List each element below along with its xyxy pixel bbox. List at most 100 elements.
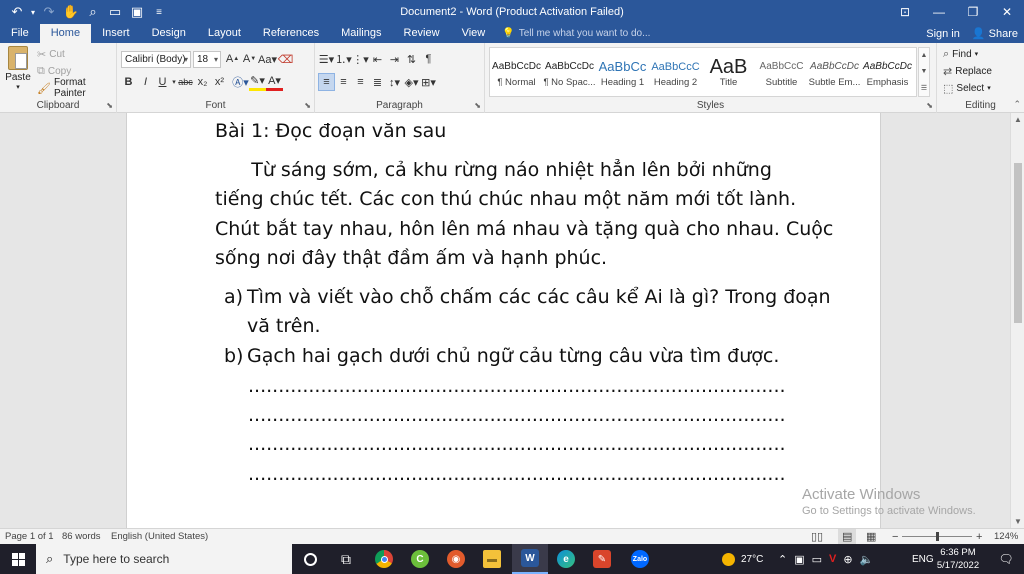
web-layout-icon[interactable]: ▦ [866,529,876,545]
taskbar-search-box[interactable]: ⌕ Type here to search [36,544,292,574]
paragraph-launcher-icon[interactable]: ⬊ [474,101,481,110]
network-folder-icon[interactable]: ▣ [794,553,804,566]
chrome-icon[interactable] [366,544,402,574]
zoom-in-icon[interactable]: + [976,529,982,545]
zoom-slider-thumb[interactable] [936,532,939,541]
close-button[interactable]: ✕ [990,0,1024,24]
word-count[interactable]: 86 words [62,529,101,545]
notifications-icon[interactable]: 🗨 [988,544,1024,574]
file-explorer-icon[interactable]: ▬ [474,544,510,574]
tab-file[interactable]: File [0,24,40,43]
paste-button[interactable]: Paste ▾ [5,46,31,96]
document-area[interactable]: Bài 1: Đọc đoạn văn sau Từ sáng sớm, cả … [0,113,1010,528]
change-case-icon[interactable]: Aa▾ [258,50,277,68]
shading-icon[interactable]: ◈▾ [403,73,420,91]
style-heading-2[interactable]: AaBbCcC Heading 2 [649,48,702,96]
align-right-icon[interactable]: ≡ [352,73,369,91]
font-name-combo[interactable]: Calibri (Body) ▾ [121,51,191,68]
multilevel-list-icon[interactable]: ⋮▾ [352,50,369,68]
document-page[interactable]: Bài 1: Đọc đoạn văn sau Từ sáng sớm, cả … [126,113,881,528]
style-emphasis[interactable]: AaBbCcDc Emphasis [861,48,914,96]
style-normal[interactable]: AaBbCcDc ¶ Normal [490,48,543,96]
style-subtle-emphasis[interactable]: AaBbCcDc Subtle Em... [808,48,861,96]
taskbar-clock[interactable]: 6:36 PM 5/17/2022 [932,546,984,572]
clear-formatting-icon[interactable]: ⌫ [277,50,294,68]
zalo-icon[interactable]: Zalo [622,544,658,574]
vertical-scrollbar[interactable]: ▲ ▼ [1010,113,1024,528]
underline-button[interactable]: U [154,73,171,91]
find-button[interactable]: ⌕ Find ▾ [943,46,978,62]
touch-mode-icon[interactable]: ✋ [60,1,82,23]
restore-button[interactable]: ❐ [956,0,990,24]
text-effects-icon[interactable]: Ⓐ▾ [232,73,249,91]
print-preview-icon[interactable]: ⌕ [82,1,104,23]
style-no-spacing[interactable]: AaBbCcDc ¶ No Spac... [543,48,596,96]
volume-icon[interactable]: 🔈 [860,553,874,566]
replace-button[interactable]: ⇄ Replace [943,63,992,79]
chevron-up-icon[interactable]: ⌃ [778,553,787,566]
sign-in-link[interactable]: Sign in [926,28,960,40]
paint-app-icon[interactable]: ✎ [584,544,620,574]
styles-launcher-icon[interactable]: ⬊ [926,101,933,110]
pilcrow-icon[interactable]: ¶ [420,50,437,68]
select-button[interactable]: ⬚ Select ▾ [943,80,991,96]
tab-view[interactable]: View [451,24,497,43]
numbering-icon[interactable]: ⒈▾ [335,50,352,68]
zoom-out-icon[interactable]: − [892,529,898,545]
network-icon[interactable]: ⊕ [843,553,852,566]
scroll-thumb[interactable] [1014,163,1022,323]
chevron-down-icon[interactable]: ▼ [921,68,928,75]
collapse-ribbon-icon[interactable]: ⌃ [1013,99,1021,110]
style-heading-1[interactable]: AaBbCc Heading 1 [596,48,649,96]
coccoc-icon[interactable]: C [402,544,438,574]
redo-icon[interactable]: ↷ [38,1,60,23]
undo-icon[interactable]: ↶ [6,1,28,23]
zoom-level[interactable]: 124% [994,529,1018,545]
align-center-icon[interactable]: ≡ [335,73,352,91]
share-button[interactable]: 👤 Share [972,27,1018,40]
bold-button[interactable]: B [120,73,137,91]
borders-icon[interactable]: ⊞▾ [420,73,437,91]
style-title[interactable]: AaB Title [702,48,755,96]
tell-me-box[interactable]: 💡 Tell me what you want to do... [496,24,650,43]
font-size-combo[interactable]: 18 ▾ [193,51,221,68]
increase-indent-icon[interactable]: ⇥ [386,50,403,68]
dropdown-icon[interactable]: ▾ [28,1,38,23]
tab-mailings[interactable]: Mailings [330,24,392,43]
strikethrough-button[interactable]: abc [177,73,194,91]
format-painter-button[interactable]: 🖌 Format Painter [37,77,116,99]
app-icon[interactable]: ◉ [438,544,474,574]
save-icon[interactable]: ▣ [126,1,148,23]
input-language[interactable]: ENG [912,544,934,574]
tab-insert[interactable]: Insert [91,24,141,43]
antivirus-icon[interactable]: V [829,553,836,565]
minimize-button[interactable]: — [922,0,956,24]
font-color-icon[interactable]: A▾ [266,73,283,91]
highlight-icon[interactable]: ✎▾ [249,73,266,91]
sort-icon[interactable]: ⇅ [403,50,420,68]
word-taskbar-icon[interactable]: W [512,544,548,574]
justify-icon[interactable]: ≣ [369,73,386,91]
tab-layout[interactable]: Layout [197,24,252,43]
style-subtitle[interactable]: AaBbCcC Subtitle [755,48,808,96]
chevron-up-icon[interactable]: ▲ [921,52,928,59]
cortana-icon[interactable] [292,544,328,574]
subscript-button[interactable]: x₂ [194,73,211,91]
tab-references[interactable]: References [252,24,330,43]
print-layout-icon[interactable]: ▤ [838,529,857,545]
ribbon-display-options-icon[interactable]: ⊡ [888,0,922,24]
display-icon[interactable]: ▭ [812,553,822,566]
font-launcher-icon[interactable]: ⬊ [304,101,311,110]
page-count[interactable]: Page 1 of 1 [5,529,54,545]
line-spacing-icon[interactable]: ↕▾ [386,73,403,91]
scroll-down-icon[interactable]: ▼ [1014,517,1022,526]
open-icon[interactable]: ▭ [104,1,126,23]
language-indicator[interactable]: English (United States) [111,529,208,545]
task-view-icon[interactable]: ⧉ [328,544,364,574]
bullets-icon[interactable]: ☰▾ [318,50,335,68]
weather-widget[interactable]: 27°C [722,544,763,574]
tab-review[interactable]: Review [393,24,451,43]
scroll-up-icon[interactable]: ▲ [1014,115,1022,124]
italic-button[interactable]: I [137,73,154,91]
decrease-indent-icon[interactable]: ⇤ [369,50,386,68]
